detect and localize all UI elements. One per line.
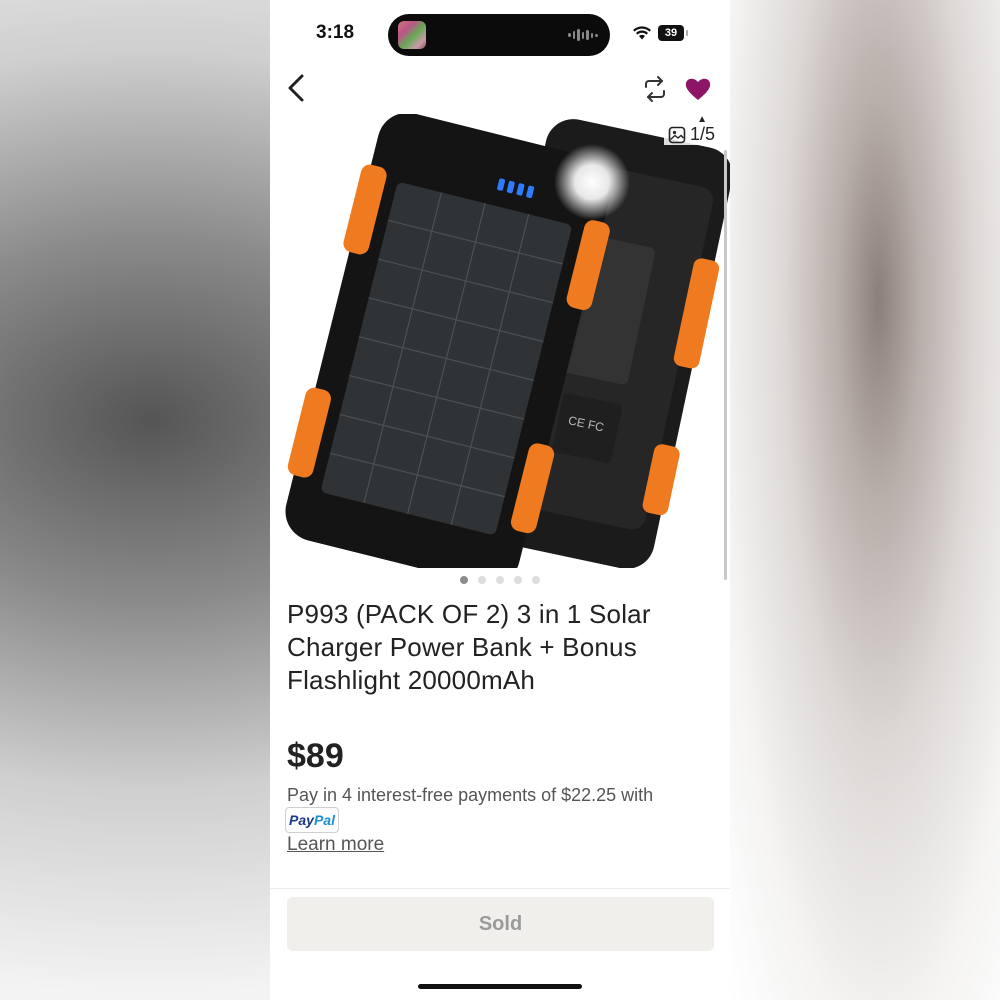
battery-indicator: 39 bbox=[658, 25, 688, 41]
gallery-counter-text: 1/5 bbox=[690, 124, 716, 144]
listing-title: P993 (PACK OF 2) 3 in 1 Solar Charger Po… bbox=[287, 599, 651, 695]
image-icon bbox=[668, 126, 686, 143]
carousel-dots[interactable] bbox=[270, 576, 730, 584]
repost-icon[interactable] bbox=[640, 74, 670, 104]
product-image[interactable]: CE FC bbox=[270, 114, 730, 568]
background-blur-right bbox=[730, 0, 1000, 1000]
status-time: 3:18 bbox=[316, 22, 355, 43]
carousel-dot[interactable] bbox=[532, 576, 540, 584]
paypal-badge-pal: Pal bbox=[313, 812, 335, 828]
paypal-badge[interactable]: PayPal bbox=[285, 807, 339, 833]
heart-icon[interactable] bbox=[684, 76, 712, 102]
learn-more-link[interactable]: Learn more bbox=[287, 834, 384, 856]
audio-wave-icon bbox=[568, 29, 599, 41]
gallery-counter: 1/5 ▲ bbox=[664, 114, 720, 145]
paypal-badge-pay: Pay bbox=[289, 812, 314, 828]
listing-price: $89 bbox=[287, 737, 344, 775]
carousel-dot[interactable] bbox=[514, 576, 522, 584]
caret-up-icon: ▲ bbox=[697, 114, 708, 125]
carousel-dot[interactable] bbox=[478, 576, 486, 584]
installments-text: Pay in 4 interest-free payments of $22.2… bbox=[287, 785, 654, 805]
chevron-left-icon[interactable] bbox=[278, 68, 318, 108]
carousel-dot[interactable] bbox=[460, 576, 468, 584]
divider bbox=[270, 888, 730, 889]
now-playing-thumbnail bbox=[398, 21, 426, 49]
wifi-icon bbox=[633, 26, 651, 40]
scrollbar[interactable] bbox=[724, 150, 727, 580]
sold-button[interactable]: Sold bbox=[287, 897, 714, 951]
home-indicator[interactable] bbox=[418, 984, 582, 989]
power-bank-illustration: CE FC bbox=[285, 114, 730, 568]
phone-screen: 3:18 39 CE FC 1/5 ▲ P993 (PACK OF 2) 3 i… bbox=[270, 0, 730, 1000]
carousel-dot[interactable] bbox=[496, 576, 504, 584]
dynamic-island[interactable] bbox=[388, 14, 610, 56]
